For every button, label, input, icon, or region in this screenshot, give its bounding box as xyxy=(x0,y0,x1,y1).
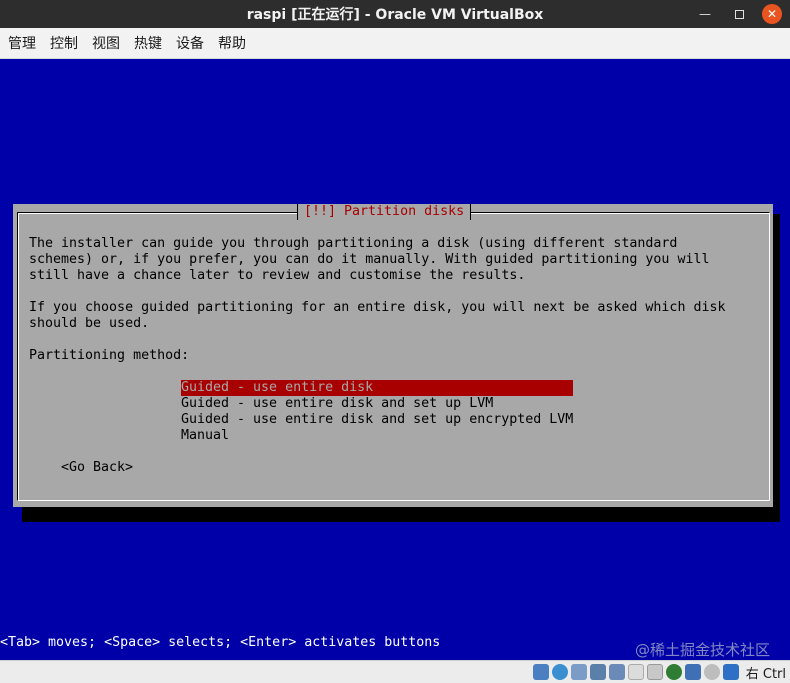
hard-disk-icon[interactable] xyxy=(532,664,549,680)
network-icon[interactable] xyxy=(589,664,606,680)
video-capture-icon[interactable] xyxy=(665,664,682,680)
window-controls: — ✕ xyxy=(694,3,782,25)
close-button[interactable]: ✕ xyxy=(762,4,782,24)
go-back-button[interactable]: <Go Back> xyxy=(61,460,133,476)
mouse-integration-icon[interactable] xyxy=(703,664,720,680)
keyboard-hint: <Tab> moves; <Space> selects; <Enter> ac… xyxy=(0,635,441,650)
menu-help[interactable]: 帮助 xyxy=(217,33,253,53)
vm-display[interactable]: [!!] Partition disks The installer can g… xyxy=(0,59,790,660)
menu-devices[interactable]: 设备 xyxy=(175,33,211,53)
option-guided-lvm[interactable]: Guided - use entire disk and set up LVM xyxy=(181,396,573,412)
menu-hotkeys[interactable]: 热键 xyxy=(133,33,169,53)
virtualization-icon[interactable] xyxy=(684,664,701,680)
minimize-icon: — xyxy=(699,7,711,21)
description-line: should be used. xyxy=(29,316,150,331)
option-guided-encrypted-lvm[interactable]: Guided - use entire disk and set up encr… xyxy=(181,412,573,428)
partitioning-method-label: Partitioning method: xyxy=(29,348,190,363)
host-key-label: 右 Ctrl xyxy=(745,666,786,682)
description-line: The installer can guide you through part… xyxy=(29,236,678,251)
close-icon: ✕ xyxy=(766,7,778,21)
menu-manage[interactable]: 管理 xyxy=(7,33,43,53)
watermark: @稀土掘金技术社区 xyxy=(634,641,770,659)
arrow-down-icon[interactable] xyxy=(722,664,739,680)
option-guided-entire-disk[interactable]: Guided - use entire disk xyxy=(181,380,573,396)
description-line: If you choose guided partitioning for an… xyxy=(29,300,726,315)
menu-view[interactable]: 视图 xyxy=(91,33,127,53)
usb-icon[interactable] xyxy=(608,664,625,680)
window-titlebar: raspi [正在运行] - Oracle VM VirtualBox — ✕ xyxy=(0,0,790,28)
dialog-title: [!!] Partition disks xyxy=(297,204,472,220)
display-icon[interactable] xyxy=(646,664,663,680)
maximize-button[interactable] xyxy=(728,3,750,25)
shared-folder-icon[interactable] xyxy=(627,664,644,680)
description-line: still have a chance later to review and … xyxy=(29,268,526,283)
statusbar: 右 Ctrl xyxy=(0,660,790,683)
description-line: schemes) or, if you prefer, you can do i… xyxy=(29,252,710,267)
menubar: 管理 控制 视图 热键 设备 帮助 xyxy=(0,28,790,59)
option-manual[interactable]: Manual xyxy=(181,428,573,444)
optical-drive-icon[interactable] xyxy=(551,664,568,680)
menu-control[interactable]: 控制 xyxy=(49,33,85,53)
minimize-button[interactable]: — xyxy=(694,3,716,25)
partition-dialog: [!!] Partition disks The installer can g… xyxy=(13,204,773,507)
audio-icon[interactable] xyxy=(570,664,587,680)
window-title: raspi [正在运行] - Oracle VM VirtualBox xyxy=(246,7,544,23)
maximize-icon xyxy=(734,9,744,19)
